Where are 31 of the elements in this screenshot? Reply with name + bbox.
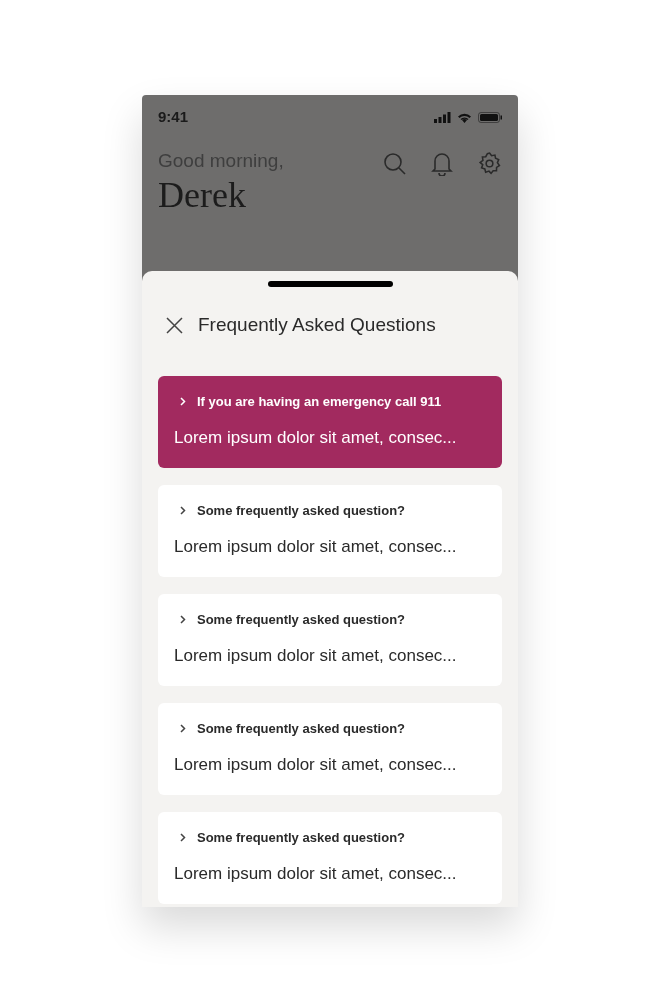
faq-question: Some frequently asked question? xyxy=(197,501,406,520)
search-icon[interactable] xyxy=(382,151,407,176)
bell-icon[interactable] xyxy=(430,151,454,176)
faq-question: If you are having an emergency call 911 xyxy=(197,392,442,411)
sheet-title: Frequently Asked Questions xyxy=(198,313,436,337)
chevron-icon xyxy=(180,614,186,624)
faq-question: Some frequently asked question? xyxy=(197,828,406,847)
status-time: 9:41 xyxy=(158,106,189,127)
faq-answer: Lorem ipsum dolor sit amet, consec... xyxy=(174,536,458,558)
chevron-icon xyxy=(180,723,186,733)
battery-icon xyxy=(478,111,502,123)
faq-question: Some frequently asked question? xyxy=(197,610,406,629)
chevron-icon xyxy=(180,396,186,406)
faq-card[interactable]: Some frequently asked question? Lorem ipsum dolor sit amet, consec... xyxy=(158,811,502,904)
faq-question: Some frequently asked question? xyxy=(197,719,406,738)
faq-answer: Lorem ipsum dolor sit amet, consec... xyxy=(174,754,458,776)
faq-card[interactable]: Some frequently asked question? Lorem ipsum dolor sit amet, consec... xyxy=(158,484,502,577)
chevron-icon xyxy=(180,505,186,515)
faq-answer: Lorem ipsum dolor sit amet, consec... xyxy=(174,645,458,667)
signal-icon xyxy=(434,111,451,123)
settings-icon[interactable] xyxy=(477,151,502,176)
faq-answer: Lorem ipsum dolor sit amet, consec... xyxy=(174,863,458,885)
wifi-icon xyxy=(457,111,472,123)
drag-handle[interactable] xyxy=(267,281,393,287)
close-icon[interactable] xyxy=(166,316,183,334)
faq-card[interactable]: Some frequently asked question? Lorem ipsum dolor sit amet, consec... xyxy=(158,702,502,795)
chevron-icon xyxy=(180,832,186,842)
faq-card[interactable]: Some frequently asked question? Lorem ipsum dolor sit amet, consec... xyxy=(158,593,502,686)
faq-answer: Lorem ipsum dolor sit amet, consec... xyxy=(174,427,458,449)
user-name: Derek xyxy=(158,174,247,217)
faq-card[interactable]: If you are having an emergency call 911 Lorem ipsum dolor sit amet, consec... xyxy=(158,375,502,468)
